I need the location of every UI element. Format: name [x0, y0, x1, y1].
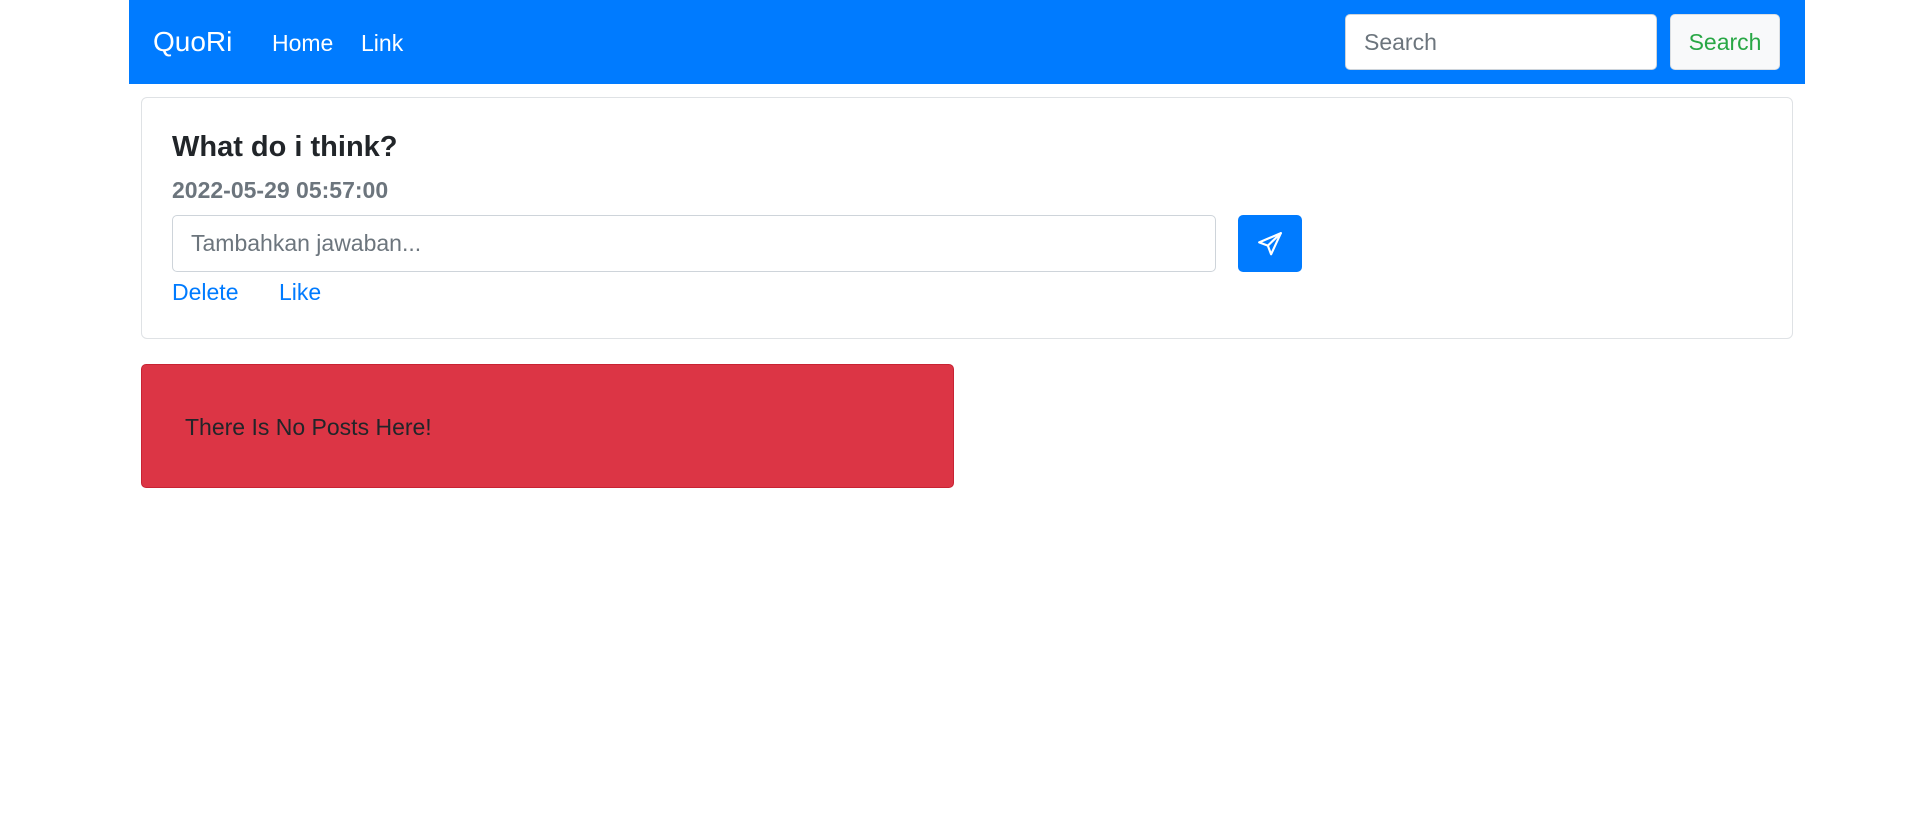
- search-input[interactable]: [1345, 14, 1657, 70]
- navbar: QuoRi Home Link Search: [129, 0, 1805, 84]
- question-title: What do i think?: [172, 131, 398, 163]
- send-answer-button[interactable]: [1238, 215, 1302, 272]
- answer-input[interactable]: [172, 215, 1216, 272]
- nav-link-home[interactable]: Home: [272, 29, 333, 57]
- like-link[interactable]: Like: [279, 278, 321, 306]
- search-button[interactable]: Search: [1670, 14, 1780, 70]
- paper-plane-icon: [1257, 231, 1283, 257]
- nav-link-link[interactable]: Link: [361, 29, 403, 57]
- navbar-brand[interactable]: QuoRi: [153, 25, 232, 59]
- question-timestamp: 2022-05-29 05:57:00: [172, 177, 389, 203]
- question-card: What do i think? 2022-05-29 05:57:00 Del…: [141, 97, 1793, 339]
- alert-message: There Is No Posts Here!: [185, 414, 432, 440]
- delete-link[interactable]: Delete: [172, 278, 238, 306]
- no-posts-alert: There Is No Posts Here!: [141, 364, 954, 488]
